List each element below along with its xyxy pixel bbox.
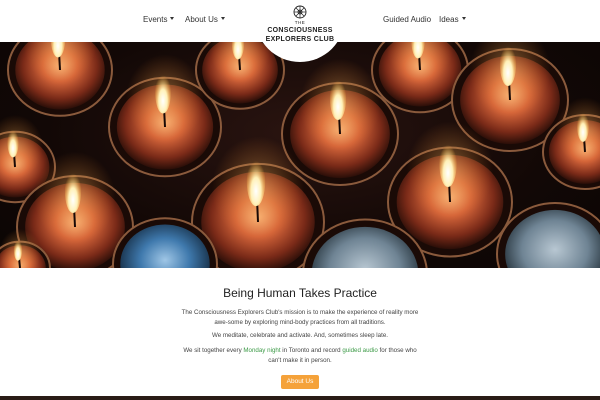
schedule-text-b: in Toronto and record — [280, 347, 343, 354]
about-us-button[interactable]: About Us — [281, 375, 319, 389]
caret-down-icon — [220, 17, 225, 21]
nav-about-us[interactable]: About Us — [185, 15, 225, 24]
meditate-text: We meditate, celebrate and activate. And… — [212, 332, 388, 339]
nav-about-us-label: About Us — [185, 15, 218, 24]
nav-ideas-label: Ideas — [439, 15, 459, 24]
logo-line-2: EXPLORERS CLUB — [265, 36, 335, 43]
caret-down-icon — [461, 17, 466, 21]
hero-image — [0, 42, 600, 268]
nav-guided-audio[interactable]: Guided Audio — [383, 15, 431, 24]
nav-ideas[interactable]: Ideas — [439, 15, 466, 24]
intro-section: Being Human Takes Practice The Conscious… — [0, 268, 600, 400]
monday-night-link[interactable]: Monday night — [243, 347, 280, 354]
logo-the: THE — [294, 20, 306, 25]
tealight-candles-photo — [0, 42, 600, 268]
schedule-text: We sit together every Monday night in To… — [180, 346, 420, 365]
schedule-text-a: We sit together every — [183, 347, 244, 354]
wheel-icon — [293, 5, 307, 19]
nav-events-label: Events — [143, 15, 168, 24]
guided-audio-link[interactable]: guided audio — [342, 347, 377, 354]
candle-1 — [7, 42, 113, 117]
footer-strip — [0, 396, 600, 400]
nav-guided-audio-label: Guided Audio — [383, 15, 432, 24]
nav-events[interactable]: Events — [143, 15, 175, 24]
caret-down-icon — [170, 17, 175, 21]
candle-14 — [496, 201, 600, 268]
mission-text: The Consciousness Explorers Club's missi… — [181, 309, 419, 326]
logo-line-1: CONSCIOUSNESS — [267, 27, 333, 34]
page-title: Being Human Takes Practice — [223, 286, 377, 300]
